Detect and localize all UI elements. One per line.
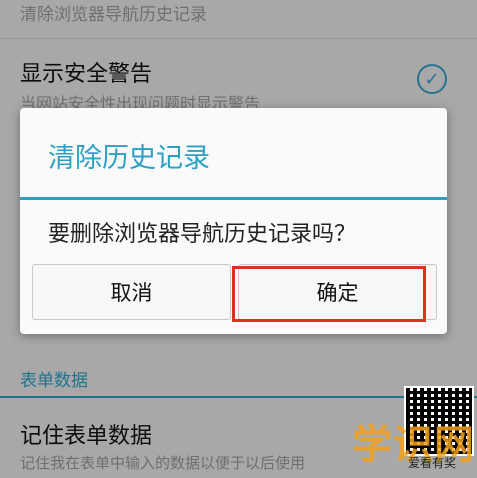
cancel-button[interactable]: 取消 <box>32 264 231 320</box>
highlight-box <box>232 266 426 322</box>
dialog-title: 清除历史记录 <box>48 143 210 174</box>
dialog-message: 要删除浏览器导航历史记录吗？ <box>48 222 357 247</box>
site-watermark-sub: 爱看有奖 <box>408 456 457 470</box>
dialog-title-rule <box>20 197 447 200</box>
